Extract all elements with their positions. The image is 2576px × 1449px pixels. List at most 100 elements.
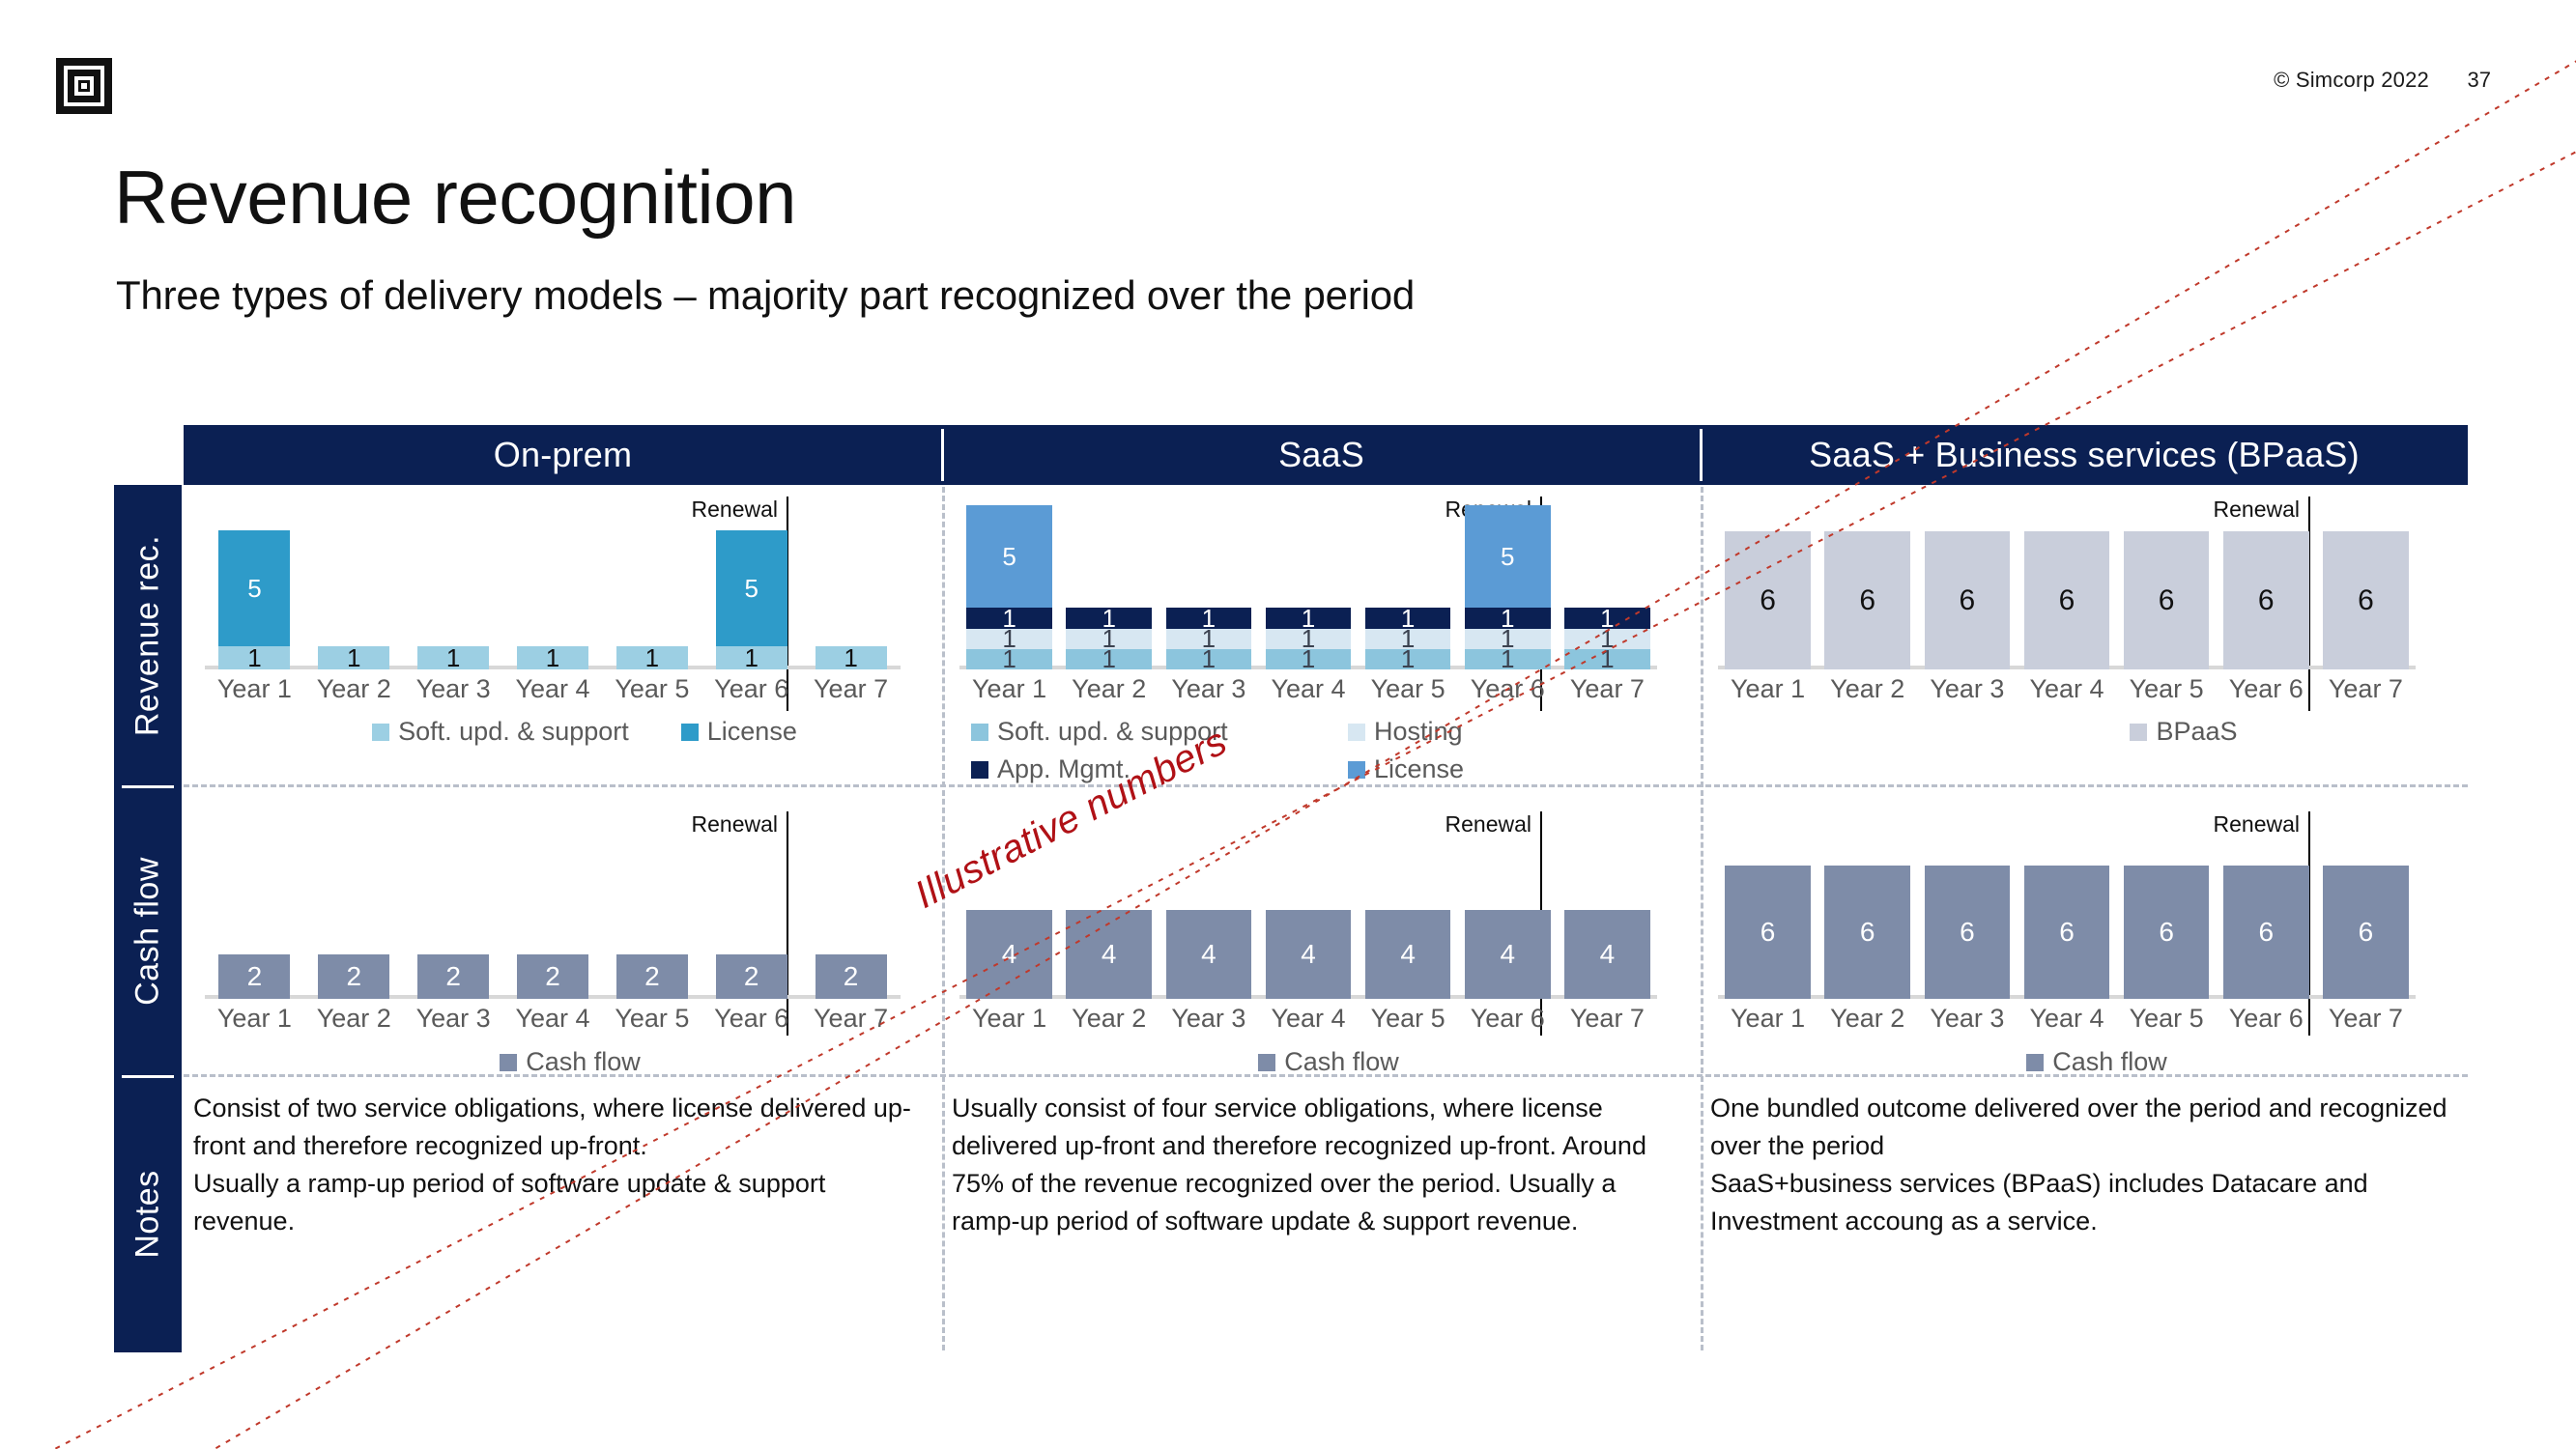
bar-segment: 6 — [2323, 531, 2409, 669]
legend-item: Hosting — [1348, 717, 1686, 747]
bar-column: 4 — [1059, 910, 1159, 999]
row-label-cash-flow-text: Cash flow — [129, 857, 166, 1006]
bar-column: 4 — [959, 910, 1059, 999]
bars-bpaas-cf: 6666666 — [1718, 821, 2416, 999]
bar-segment: 1 — [1564, 646, 1650, 672]
xaxis-tick-label: Year 3 — [1930, 674, 2005, 703]
bar-segment: 6 — [1725, 531, 1811, 669]
legend-item: License — [1348, 754, 1686, 784]
bar-segment: 4 — [1165, 910, 1252, 999]
xaxis-tick-label: Year 7 — [814, 674, 889, 703]
bar-column: 2 — [602, 954, 701, 999]
bar-column: 2 — [503, 954, 603, 999]
rail-divider-1 — [122, 785, 174, 788]
simcorp-logo — [56, 58, 112, 114]
bar-column: 1 — [404, 645, 503, 670]
legend-label: License — [1374, 754, 1465, 783]
xaxis-tick-label: Year 1 — [1731, 674, 1806, 703]
xaxis-tick-label: Year 4 — [2029, 1004, 2104, 1033]
bar-column: 2 — [304, 954, 404, 999]
legend-swatch-icon — [2130, 723, 2148, 741]
row-label-revenue-rec: Revenue rec. — [114, 485, 182, 786]
note-on-prem: Consist of two service obligations, wher… — [193, 1094, 911, 1236]
legend-label: Soft. upd. & support — [398, 717, 629, 746]
legend-swatch-icon — [680, 723, 699, 741]
bar-segment: 2 — [516, 954, 589, 999]
xaxis-ticks-bpaas-cf: Year 1 Year 2 Year 3 Year 4 Year 5 Year 6 Year… — [1718, 1004, 2416, 1034]
row-label-cash-flow: Cash flow — [114, 786, 182, 1076]
bars-saas-cf: 4444444 — [959, 821, 1657, 999]
xaxis-tick-label: Year 1 — [972, 1004, 1047, 1033]
bar-segment: 6 — [2123, 866, 2210, 999]
bar-column: 6 — [1718, 866, 1818, 999]
xaxis-tick-label: Year 7 — [2328, 674, 2403, 703]
bar-column: 6 — [1818, 531, 1917, 669]
xaxis-tick-label: Year 6 — [714, 674, 789, 703]
bar-column: 6 — [1917, 866, 2017, 999]
note-saas: Usually consist of four service obligati… — [952, 1094, 1646, 1236]
bar-segment: 6 — [2023, 866, 2110, 999]
bar-segment: 1 — [516, 645, 589, 670]
bar-segment: 6 — [2023, 531, 2110, 669]
legend-item: Soft. upd. & support — [372, 717, 629, 747]
bar-segment: 6 — [1725, 866, 1811, 999]
bar-segment: 2 — [815, 954, 887, 999]
chart-onprem-cashflow: Renewal 2222222 Year 1 Year 2 Year 3 Year 4… — [184, 786, 942, 1076]
column-header-on-prem: On-prem — [493, 435, 633, 474]
legend-label: Cash flow — [2052, 1047, 2167, 1076]
xaxis-tick-label: Year 5 — [2129, 674, 2204, 703]
bar-column: 4 — [1159, 910, 1258, 999]
legend-label: License — [706, 717, 797, 746]
note-bpaas: One bundled outcome delivered over the p… — [1710, 1094, 2447, 1236]
bar-segment: 2 — [715, 954, 787, 999]
legend-swatch-icon — [2026, 1053, 2045, 1071]
legend-saas-cf: Cash flow — [1135, 1047, 1522, 1077]
bar-segment: 6 — [1824, 866, 1911, 999]
bar-segment: 6 — [2222, 866, 2309, 999]
bar-segment: 5 — [218, 530, 291, 646]
bar-segment: 1 — [1464, 646, 1551, 672]
bar-segment: 4 — [1265, 910, 1352, 999]
xaxis-tick-label: Year 1 — [1731, 1004, 1806, 1033]
bar-column: 51 — [701, 530, 801, 670]
bar-segment: 2 — [318, 954, 390, 999]
xaxis-ticks-onprem-rev: Year 1 Year 2 Year 3 Year 4 Year 5 Year 6 Year… — [205, 674, 901, 704]
legend-onprem-rev: Soft. upd. & support License — [251, 717, 918, 747]
bar-segment: 1 — [1165, 646, 1252, 672]
bar-column: 111 — [1558, 606, 1657, 672]
bar-column: 4 — [1359, 910, 1458, 999]
xaxis-tick-label: Year 2 — [1072, 674, 1147, 703]
chart-bpaas-cashflow: Renewal 6666666 Year 1 Year 2 Year 3 Year 4… — [1701, 786, 2468, 1076]
xaxis-tick-label: Year 7 — [2328, 1004, 2403, 1033]
bar-segment: 6 — [1924, 531, 2011, 669]
bar-column: 51 — [205, 530, 304, 670]
chart-onprem-revenue: Renewal 511111511 Year 1 Year 2 Year 3 Year… — [184, 485, 942, 784]
xaxis-tick-label: Year 4 — [515, 1004, 590, 1033]
bar-column: 6 — [2117, 531, 2217, 669]
bar-column: 4 — [1258, 910, 1358, 999]
bar-column: 111 — [1059, 606, 1159, 672]
xaxis-tick-label: Year 2 — [1830, 1004, 1905, 1033]
xaxis-tick-label: Year 7 — [1569, 1004, 1645, 1033]
bar-column: 6 — [2117, 866, 2217, 999]
bar-column: 111 — [1258, 606, 1358, 672]
bar-column: 6 — [1718, 531, 1818, 669]
bar-segment: 4 — [1364, 910, 1451, 999]
bar-column: 6 — [2017, 866, 2116, 999]
bar-segment: 6 — [1824, 531, 1911, 669]
xaxis-ticks-onprem-cf: Year 1 Year 2 Year 3 Year 4 Year 5 Year 6 Year… — [205, 1004, 901, 1034]
bar-segment: 1 — [1364, 646, 1451, 672]
bar-column: 111 — [1159, 606, 1258, 672]
xaxis-tick-label: Year 1 — [972, 674, 1047, 703]
page-number: 37 — [2467, 68, 2491, 92]
page-title: Revenue recognition — [114, 155, 796, 240]
bar-segment: 6 — [2323, 866, 2409, 999]
xaxis-tick-label: Year 2 — [316, 1004, 391, 1033]
row-label-notes: Notes — [114, 1076, 182, 1352]
xaxis-tick-label: Year 4 — [1271, 674, 1346, 703]
xaxis-tick-label: Year 4 — [1271, 1004, 1346, 1033]
xaxis-tick-label: Year 1 — [216, 1004, 292, 1033]
xaxis-tick-label: Year 3 — [1171, 674, 1246, 703]
row-label-revenue-rec-text: Revenue rec. — [129, 534, 166, 737]
bar-segment: 1 — [318, 645, 390, 670]
